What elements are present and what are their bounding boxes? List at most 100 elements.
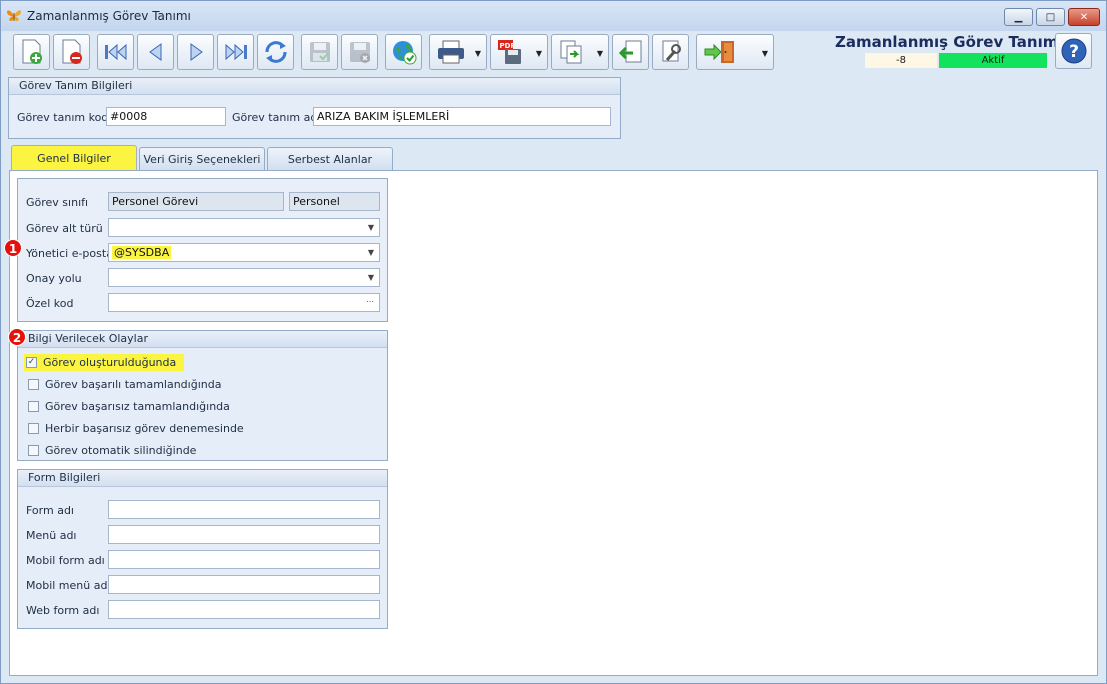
event-on-each-failure[interactable]: Herbir başarısız görev denemesinde — [28, 422, 244, 435]
special-code-input[interactable]: ... — [108, 293, 380, 312]
mobile-menu-name-input[interactable] — [108, 575, 380, 594]
tab-panel-general: Görev sınıfı Personel Görevi Personel Gö… — [9, 170, 1098, 676]
event-on-auto-delete[interactable]: Görev otomatik silindiğinde — [28, 444, 196, 457]
subtype-dropdown-caret[interactable]: ▼ — [368, 219, 374, 236]
publish-button[interactable] — [385, 34, 422, 70]
class-extra-field: Personel — [289, 192, 380, 211]
code-label: Görev tanım kodu — [17, 111, 116, 124]
menu-name-label: Menü adı — [26, 529, 77, 542]
butterfly-icon — [7, 10, 21, 21]
special-code-ellipsis-button[interactable]: ... — [366, 294, 374, 308]
mobile-menu-name-label: Mobil menü adı — [26, 579, 111, 592]
next-record-button[interactable] — [177, 34, 214, 70]
subtype-combo[interactable]: ▼ — [108, 218, 380, 237]
first-record-button[interactable] — [97, 34, 134, 70]
event-on-each-failure-checkbox[interactable] — [28, 423, 39, 434]
new-button[interactable] — [13, 34, 50, 70]
web-form-name-label: Web form adı — [26, 604, 100, 617]
help-icon: ? — [1061, 38, 1086, 64]
event-on-failure[interactable]: Görev başarısız tamamlandığında — [28, 400, 230, 413]
pdf-export-button[interactable]: PDF ▼ — [490, 34, 548, 70]
printer-icon — [438, 40, 464, 64]
event-on-failure-checkbox[interactable] — [28, 401, 39, 412]
record-number: -8 — [865, 53, 937, 68]
next-record-icon — [190, 43, 203, 61]
save-close-icon — [349, 42, 370, 63]
event-on-create[interactable]: ✓ Görev oluşturulduğunda — [24, 354, 185, 371]
previous-record-icon — [148, 43, 161, 61]
status-badge: Aktif — [939, 53, 1047, 68]
title-bar: Zamanlanmış Görev Tanımı ▁ □ ✕ — [1, 1, 1106, 31]
general-group: Görev sınıfı Personel Görevi Personel Gö… — [17, 178, 388, 322]
delete-button[interactable] — [53, 34, 90, 70]
approval-dropdown-caret[interactable]: ▼ — [368, 269, 374, 286]
help-glyph: ? — [1069, 42, 1079, 62]
save-button[interactable] — [301, 34, 338, 70]
settings-button[interactable] — [652, 34, 689, 70]
event-on-each-failure-label: Herbir başarısız görev denemesinde — [45, 422, 244, 435]
event-on-success[interactable]: Görev başarılı tamamlandığında — [28, 378, 221, 391]
web-form-name-input[interactable] — [108, 600, 380, 619]
close-button[interactable]: ✕ — [1068, 8, 1100, 26]
class-field: Personel Görevi — [108, 192, 284, 211]
help-button[interactable]: ? — [1055, 33, 1092, 69]
copy-button[interactable]: ▼ — [551, 34, 609, 70]
tools-icon — [662, 40, 681, 62]
exit-button[interactable]: ▼ — [696, 34, 774, 70]
toolbar: ▼ PDF ▼ ▼ ▼ — [13, 33, 777, 71]
name-label: Görev tanım adı — [232, 111, 321, 124]
tab-free-fields[interactable]: Serbest Alanlar — [267, 147, 393, 170]
pdf-dropdown-caret[interactable]: ▼ — [536, 49, 542, 58]
refresh-icon — [265, 41, 286, 63]
exit-dropdown-caret[interactable]: ▼ — [762, 49, 768, 58]
import-icon — [618, 40, 641, 63]
code-input[interactable]: #0008 — [106, 107, 226, 126]
previous-record-button[interactable] — [137, 34, 174, 70]
maximize-button[interactable]: □ — [1036, 8, 1065, 26]
tab-strip: Genel Bilgiler Veri Giriş Seçenekleri Se… — [11, 145, 395, 170]
copy-document-icon — [560, 40, 582, 64]
event-on-success-label: Görev başarılı tamamlandığında — [45, 378, 222, 391]
form-info-group-title: Form Bilgileri — [18, 470, 387, 487]
last-record-button[interactable] — [217, 34, 254, 70]
main-window: Zamanlanmış Görev Tanımı ▁ □ ✕ ▼ PDF ▼ ▼… — [0, 0, 1107, 684]
save-and-close-button[interactable] — [341, 34, 378, 70]
events-group: Bilgi Verilecek Olaylar ✓ Görev oluşturu… — [17, 330, 388, 461]
save-icon — [309, 42, 330, 62]
special-code-label: Özel kod — [26, 297, 74, 310]
tab-data-entry[interactable]: Veri Giriş Seçenekleri — [139, 147, 265, 170]
form-name-label: Form adı — [26, 504, 74, 517]
last-record-icon — [225, 43, 247, 61]
event-on-success-checkbox[interactable] — [28, 379, 39, 390]
annotation-badge-2: 2 — [8, 328, 26, 346]
approval-combo[interactable]: ▼ — [108, 268, 380, 287]
window-controls: ▁ □ ✕ — [1004, 8, 1100, 26]
pdf-export-icon: PDF — [498, 40, 521, 64]
subtype-label: Görev alt türü — [26, 222, 103, 235]
exit-door-icon — [704, 41, 734, 63]
class-label: Görev sınıfı — [26, 196, 89, 209]
refresh-button[interactable] — [257, 34, 294, 70]
event-on-create-checkbox[interactable]: ✓ — [26, 357, 37, 368]
event-on-auto-delete-label: Görev otomatik silindiğinde — [45, 444, 197, 457]
events-group-title: Bilgi Verilecek Olaylar — [18, 331, 387, 348]
menu-name-input[interactable] — [108, 525, 380, 544]
event-on-auto-delete-checkbox[interactable] — [28, 445, 39, 456]
print-dropdown-caret[interactable]: ▼ — [475, 49, 481, 58]
import-button[interactable] — [612, 34, 649, 70]
name-input[interactable]: ARIZA BAKIM İŞLEMLERİ — [313, 107, 611, 126]
copy-dropdown-caret[interactable]: ▼ — [597, 49, 603, 58]
definition-group: Görev Tanım Bilgileri Görev tanım kodu #… — [8, 77, 621, 139]
form-name-input[interactable] — [108, 500, 380, 519]
new-document-icon — [22, 39, 42, 64]
delete-document-icon — [62, 39, 82, 64]
print-button[interactable]: ▼ — [429, 34, 487, 70]
event-on-create-label: Görev oluşturulduğunda — [43, 356, 177, 369]
minimize-button[interactable]: ▁ — [1004, 8, 1033, 26]
manager-email-combo[interactable]: @SYSDBA ▼ — [108, 243, 380, 262]
approval-label: Onay yolu — [26, 272, 82, 285]
mobile-form-name-input[interactable] — [108, 550, 380, 569]
manager-email-dropdown-caret[interactable]: ▼ — [368, 244, 374, 261]
tab-general[interactable]: Genel Bilgiler — [11, 145, 137, 170]
form-header: Zamanlanmış Görev Tanımı -8 Aktif — [835, 33, 1064, 68]
